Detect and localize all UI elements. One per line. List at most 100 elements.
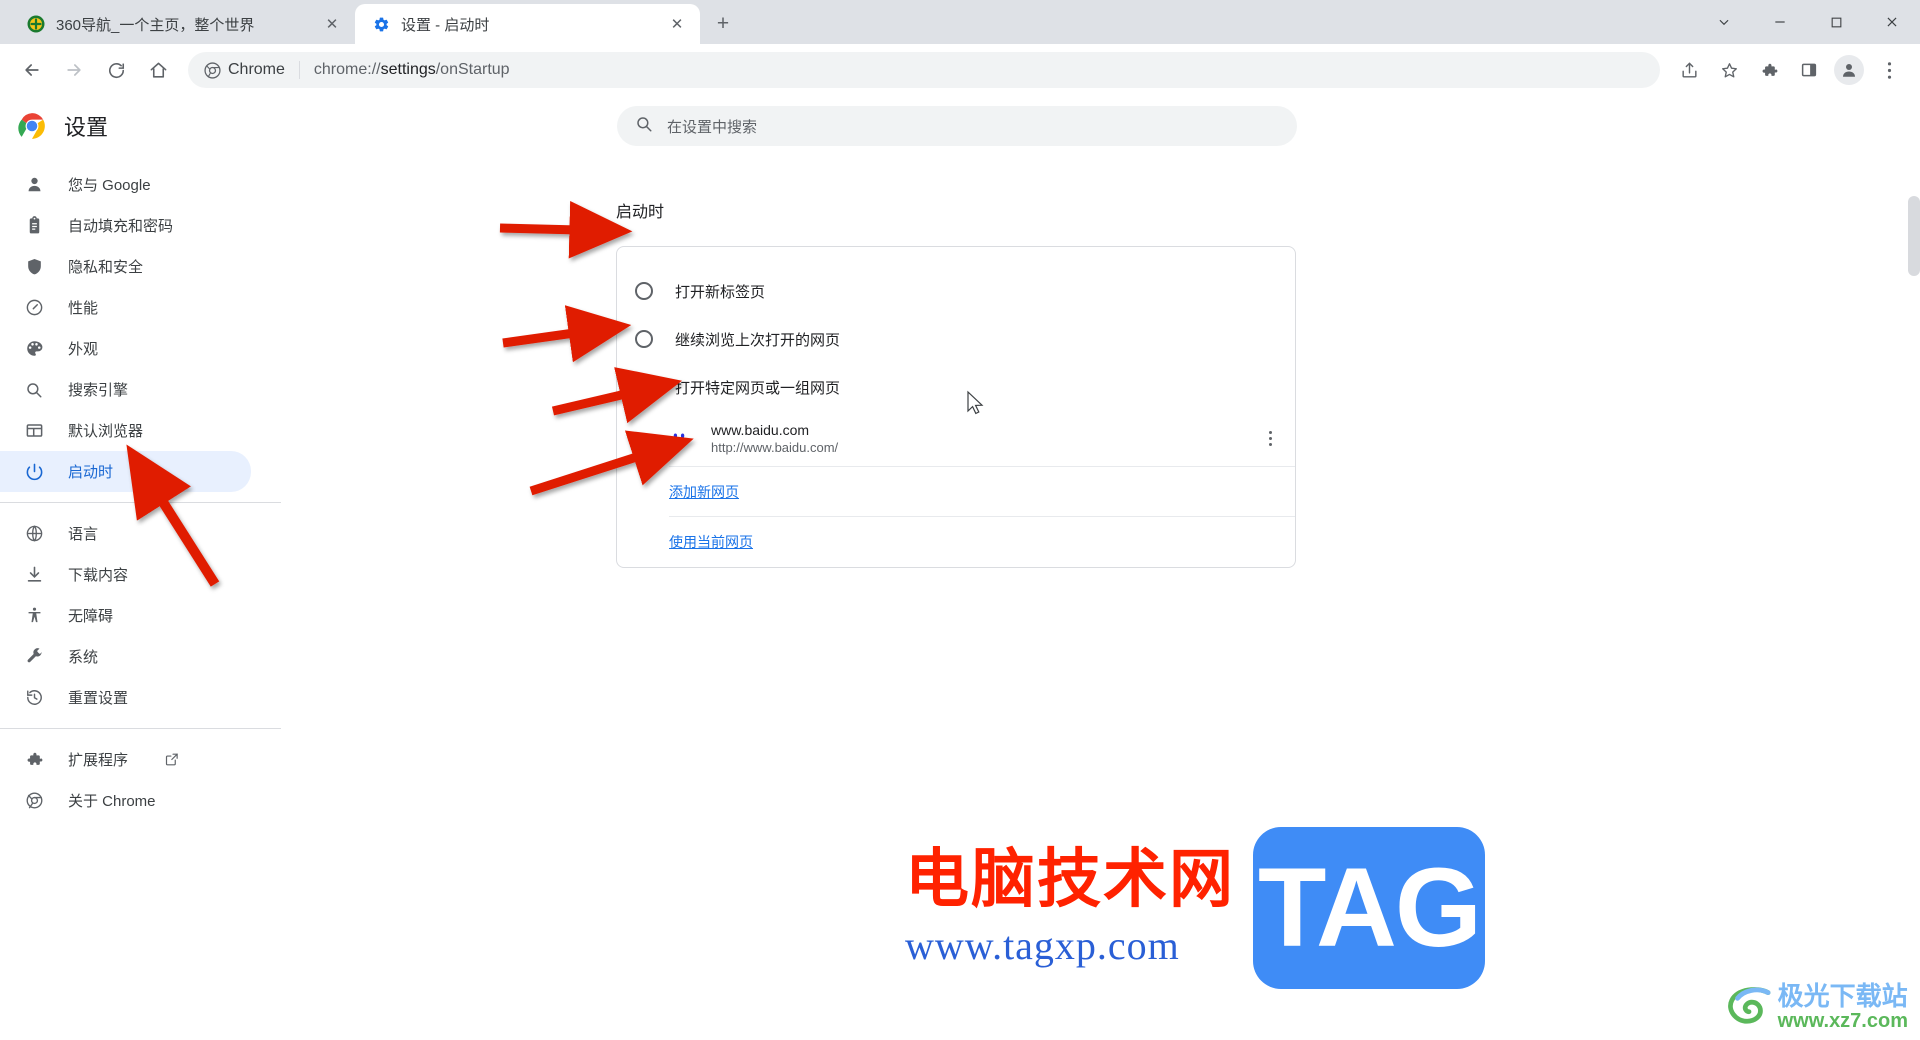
sidebar-item-label: 性能 <box>68 300 99 317</box>
radio-button[interactable] <box>635 378 653 396</box>
three-dot-menu-icon[interactable] <box>1259 431 1281 446</box>
use-current-pages-row[interactable]: 使用当前网页 <box>669 517 1295 567</box>
sidebar-item-label: 您与 Google <box>68 177 151 194</box>
browser-toolbar: Chrome chrome://settings/onStartup <box>0 44 1920 96</box>
chrome-chip: Chrome <box>204 61 285 79</box>
palette-icon <box>22 337 46 361</box>
wrench-icon <box>22 645 46 669</box>
sidebar-item-label: 隐私和安全 <box>68 259 144 276</box>
reload-button[interactable] <box>96 50 136 90</box>
speedometer-icon <box>22 296 46 320</box>
sidebar-item-label: 重置设置 <box>68 690 129 707</box>
bookmark-star-icon[interactable] <box>1710 51 1748 89</box>
forward-button[interactable] <box>54 50 94 90</box>
sidebar-item-downloads[interactable]: 下载内容 <box>0 554 251 595</box>
search-input[interactable]: 在设置中搜索 <box>617 106 1297 146</box>
watermark-br-texts: 极光下载站 www.xz7.com <box>1777 983 1908 1032</box>
person-icon <box>22 173 46 197</box>
sidebar-item-label: 自动填充和密码 <box>68 218 174 235</box>
close-window-button[interactable] <box>1864 0 1920 44</box>
watermark-bottom-right: 极光下载站 www.xz7.com <box>1726 983 1908 1032</box>
share-icon[interactable] <box>1670 51 1708 89</box>
sidebar-item-appearance[interactable]: 外观 <box>0 328 251 369</box>
side-panel-icon[interactable] <box>1790 51 1828 89</box>
open-in-new-icon <box>164 752 179 767</box>
home-button[interactable] <box>138 50 178 90</box>
sidebar-divider-1 <box>0 502 281 503</box>
sidebar-item-privacy-security[interactable]: 隐私和安全 <box>0 246 251 287</box>
tab-close-button[interactable]: ✕ <box>321 13 343 35</box>
sidebar-item-label: 无障碍 <box>68 608 114 625</box>
watermark-texts: 电脑技术网 www.tagxp.com <box>905 842 1235 969</box>
minimize-button[interactable] <box>1752 0 1808 44</box>
chrome-logo-icon <box>204 61 221 79</box>
add-new-page-row[interactable]: 添加新网页 <box>669 467 1295 517</box>
startup-site-name: www.baidu.com <box>711 422 810 438</box>
page-title: 设置 <box>64 115 109 140</box>
watermark-br-url: www.xz7.com <box>1777 1010 1908 1032</box>
radio-button[interactable] <box>635 330 653 348</box>
tab-0[interactable]: 360导航_一个主页，整个世界 ✕ <box>10 4 355 44</box>
omnibox-divider <box>298 61 300 79</box>
tab-strip: 360导航_一个主页，整个世界 ✕ 设置 - 启动时 ✕ + <box>0 0 1696 44</box>
sidebar-item-label: 系统 <box>68 649 99 666</box>
address-bar[interactable]: Chrome chrome://settings/onStartup <box>188 52 1660 88</box>
shield-icon <box>22 255 46 279</box>
startup-site-row: www.baidu.com http://www.baidu.com/ <box>669 411 1295 467</box>
startup-option-new-tab[interactable]: 打开新标签页 <box>617 267 1295 315</box>
sidebar-item-about-chrome[interactable]: 关于 Chrome <box>0 780 251 821</box>
tab-close-button[interactable]: ✕ <box>666 13 688 35</box>
startup-option-continue[interactable]: 继续浏览上次打开的网页 <box>617 315 1295 363</box>
sidebar-item-performance[interactable]: 性能 <box>0 287 251 328</box>
sidebar-item-system[interactable]: 系统 <box>0 636 251 677</box>
startup-options-card: 打开新标签页 继续浏览上次打开的网页 打开特定网页或一组网页 www.baidu… <box>616 246 1296 568</box>
radio-label: 继续浏览上次打开的网页 <box>675 331 841 349</box>
chrome-chip-label: Chrome <box>228 61 285 78</box>
sidebar-item-languages[interactable]: 语言 <box>0 513 251 554</box>
profile-avatar-icon[interactable] <box>1830 51 1868 89</box>
startup-site-url: http://www.baidu.com/ <box>711 440 839 455</box>
sidebar-item-search-engine[interactable]: 搜索引擎 <box>0 369 251 410</box>
back-button[interactable] <box>12 50 52 90</box>
chrome-logo-icon <box>22 789 46 813</box>
toolbar-icons <box>1670 51 1908 89</box>
browser-window-icon <box>22 419 46 443</box>
sidebar-item-extensions[interactable]: 扩展程序 <box>0 739 251 780</box>
page-scrollbar[interactable] <box>1908 196 1920 276</box>
sidebar-divider-2 <box>0 728 281 729</box>
radio-button[interactable] <box>635 282 653 300</box>
extensions-puzzle-icon[interactable] <box>1750 51 1788 89</box>
sidebar-item-accessibility[interactable]: 无障碍 <box>0 595 251 636</box>
sidebar-item-you-and-google[interactable]: 您与 Google <box>0 164 251 205</box>
settings-sidebar: 您与 Google 自动填充和密码 隐私和安全 性能 外观 搜索引擎 默认浏览器… <box>0 156 281 1040</box>
tab-search-chevron-button[interactable] <box>1696 0 1752 44</box>
sidebar-item-label: 默认浏览器 <box>68 423 144 440</box>
three-dot-menu-icon[interactable] <box>1870 51 1908 89</box>
sidebar-item-label: 下载内容 <box>68 567 129 584</box>
search-placeholder: 在设置中搜索 <box>667 118 758 136</box>
window-controls <box>1696 0 1920 44</box>
new-tab-button[interactable]: + <box>706 7 740 41</box>
sidebar-item-label: 语言 <box>68 526 99 543</box>
add-new-page-link[interactable]: 添加新网页 <box>669 482 739 502</box>
tab-1[interactable]: 设置 - 启动时 ✕ <box>355 4 700 44</box>
startup-option-specific-pages[interactable]: 打开特定网页或一组网页 <box>617 363 1295 411</box>
restore-history-icon <box>22 686 46 710</box>
use-current-pages-link[interactable]: 使用当前网页 <box>669 532 753 552</box>
watermark-url-text: www.tagxp.com <box>905 923 1180 969</box>
sidebar-item-default-browser[interactable]: 默认浏览器 <box>0 410 251 451</box>
maximize-button[interactable] <box>1808 0 1864 44</box>
sidebar-item-reset-settings[interactable]: 重置设置 <box>0 677 251 718</box>
puzzle-icon <box>22 748 46 772</box>
radio-label: 打开特定网页或一组网页 <box>675 379 841 397</box>
search-icon <box>635 115 653 138</box>
download-icon <box>22 563 46 587</box>
section-title: 启动时 <box>616 204 665 221</box>
settings-brand: 设置 <box>0 110 280 142</box>
sidebar-item-label: 关于 Chrome <box>68 793 156 810</box>
sidebar-item-autofill-passwords[interactable]: 自动填充和密码 <box>0 205 251 246</box>
sidebar-item-on-startup[interactable]: 启动时 <box>0 451 251 492</box>
chrome-logo-icon <box>18 112 46 140</box>
gear-icon <box>371 14 391 34</box>
watermark-cn-text: 电脑技术网 <box>905 842 1235 917</box>
